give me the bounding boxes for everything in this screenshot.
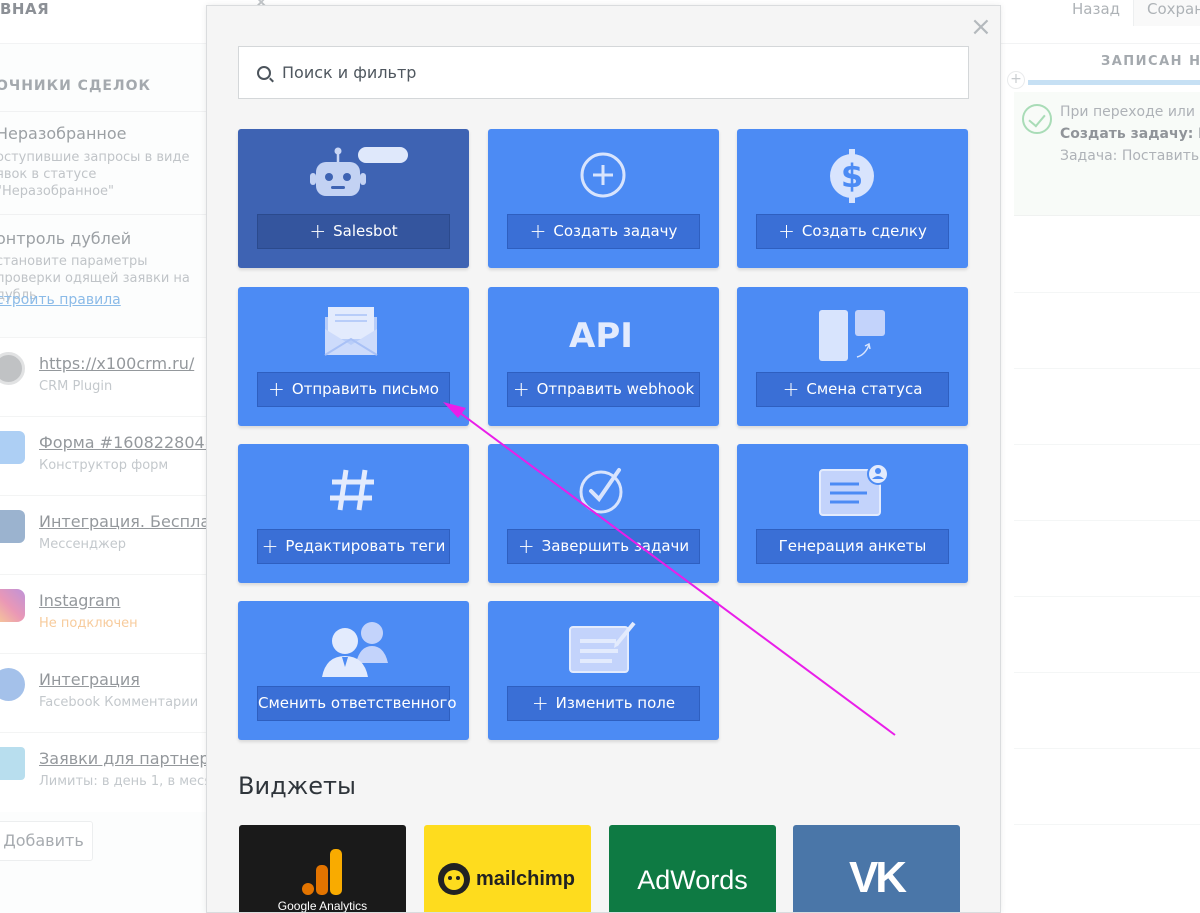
plus-circle-icon (580, 152, 626, 198)
add-create-deal-button[interactable]: + Создать сделку (756, 214, 949, 249)
dollar-icon: $ (830, 149, 874, 203)
form-profile-icon (819, 463, 889, 516)
plus-icon: + (531, 691, 549, 715)
check-circle-icon (579, 468, 623, 514)
add-send-email-button[interactable]: + Отправить письмо (257, 372, 450, 407)
tile-label: Salesbot (333, 222, 398, 240)
add-salesbot-button[interactable]: + Salesbot (257, 214, 450, 249)
add-complete-tasks-button[interactable]: + Завершить задачи (507, 529, 700, 564)
tile-label: Генерация анкеты (778, 537, 927, 555)
status-change-icon (819, 310, 885, 361)
plus-icon: + (512, 377, 530, 401)
tile-change-responsible[interactable]: Сменить ответственного (238, 601, 469, 740)
tile-create-deal[interactable]: $ + Создать сделку (737, 129, 968, 268)
hashtag-icon (330, 469, 374, 511)
widget-vk[interactable]: VK (793, 825, 960, 912)
add-status-change-button[interactable]: + Смена статуса (756, 372, 949, 407)
google-analytics-icon (302, 849, 342, 895)
widget-adwords[interactable]: AdWords (609, 825, 776, 912)
widget-mailchimp[interactable]: mailchimp (424, 825, 591, 912)
tile-status-change[interactable]: + Смена статуса (737, 287, 968, 426)
tile-send-email[interactable]: + Отправить письмо (238, 287, 469, 426)
widgets-title: Виджеты (238, 772, 356, 800)
tile-label: Создать сделку (801, 222, 927, 240)
widget-label: AdWords (637, 865, 748, 895)
api-icon: API (569, 316, 633, 356)
vk-icon: VK (848, 853, 907, 902)
add-edit-field-button[interactable]: + Изменить поле (507, 686, 700, 721)
tile-salesbot[interactable]: + Salesbot (238, 129, 469, 268)
plus-icon: + (268, 377, 285, 401)
add-edit-tags-button[interactable]: + Редактировать теги (257, 529, 450, 564)
add-change-responsible-button[interactable]: Сменить ответственного (257, 686, 457, 721)
tile-edit-tags[interactable]: + Редактировать теги (238, 444, 469, 583)
tile-label: Отправить письмо (291, 380, 439, 398)
tile-label: Завершить задачи (541, 537, 690, 555)
add-action-modal: × + Salesbot + Создать задачу $ (206, 5, 1001, 913)
tile-edit-field[interactable]: + Изменить поле (488, 601, 719, 740)
search-icon (257, 66, 271, 80)
svg-text:API: API (569, 316, 633, 356)
plus-icon: + (778, 219, 795, 243)
add-generate-form-button[interactable]: Генерация анкеты (756, 529, 949, 564)
plus-icon: + (782, 377, 800, 401)
edit-field-icon (569, 621, 636, 673)
plus-icon: + (309, 219, 327, 243)
plus-icon: + (261, 534, 279, 558)
tile-label: Сменить ответственного (258, 694, 457, 712)
modal-close-icon[interactable]: × (970, 14, 992, 40)
envelope-icon (324, 307, 378, 356)
tile-label: Изменить поле (555, 694, 676, 712)
tile-create-task[interactable]: + Создать задачу (488, 129, 719, 268)
tile-complete-tasks[interactable]: + Завершить задачи (488, 444, 719, 583)
svg-text:$: $ (841, 157, 863, 195)
add-create-task-button[interactable]: + Создать задачу (507, 214, 700, 249)
tile-label: Смена статуса (806, 380, 923, 398)
change-user-icon (322, 622, 388, 677)
search-box[interactable] (238, 46, 969, 99)
tile-send-webhook[interactable]: API + Отправить webhook (488, 287, 719, 426)
plus-icon: + (517, 534, 535, 558)
tile-label: Редактировать теги (285, 537, 446, 555)
search-input[interactable] (282, 47, 942, 98)
tile-label: Создать задачу (553, 222, 678, 240)
widget-google-analytics[interactable]: Google Analytics (239, 825, 406, 913)
tile-generate-form[interactable]: Генерация анкеты (737, 444, 968, 583)
widget-label: mailchimp (476, 868, 575, 890)
robot-icon (310, 147, 408, 196)
mailchimp-icon (438, 863, 470, 895)
add-send-webhook-button[interactable]: + Отправить webhook (507, 372, 700, 407)
tile-label: Отправить webhook (536, 380, 695, 398)
plus-icon: + (529, 219, 547, 243)
widget-label: Google Analytics (277, 899, 368, 913)
